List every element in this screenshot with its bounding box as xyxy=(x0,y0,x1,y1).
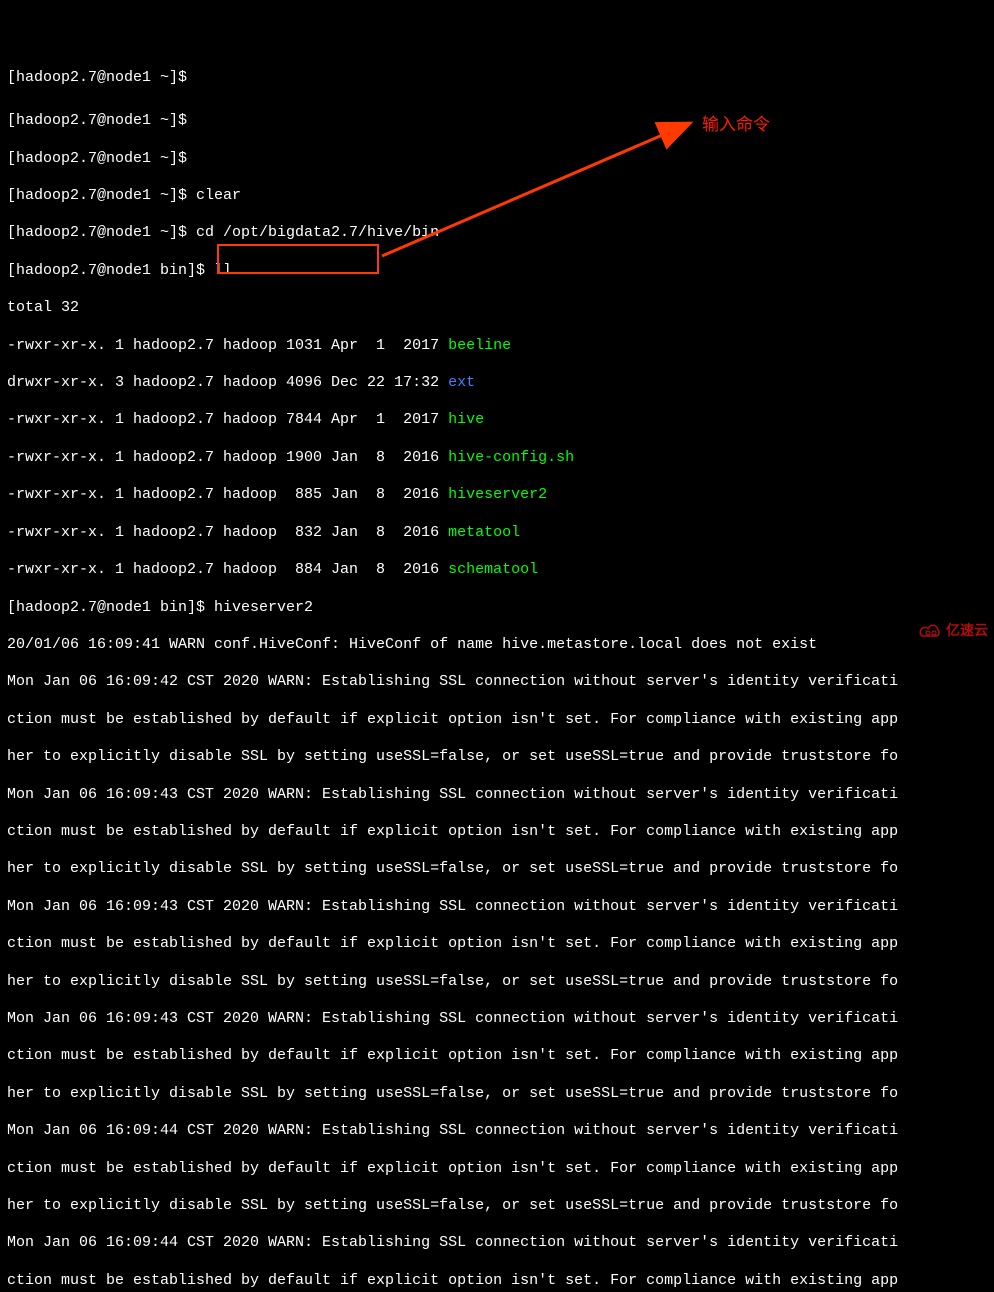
annotation-label: 输入命令 xyxy=(702,116,770,135)
file-perm: -rwxr-xr-x. 1 hadoop2.7 hadoop 7844 Apr … xyxy=(7,411,448,428)
file-row: -rwxr-xr-x. 1 hadoop2.7 hadoop 1900 Jan … xyxy=(7,449,987,468)
file-perm: drwxr-xr-x. 3 hadoop2.7 hadoop 4096 Dec … xyxy=(7,374,448,391)
file-name: hiveserver2 xyxy=(448,486,547,503)
file-name: metatool xyxy=(448,524,520,541)
file-row: drwxr-xr-x. 3 hadoop2.7 hadoop 4096 Dec … xyxy=(7,374,987,393)
terminal-prompt-top: [hadoop2.7@node1 ~]$ xyxy=(7,69,987,88)
terminal-command-line[interactable]: [hadoop2.7@node1 bin]$ hiveserver2 xyxy=(7,599,987,618)
log-line: her to explicitly disable SSL by setting… xyxy=(7,860,987,879)
terminal-prompt: [hadoop2.7@node1 ~]$ clear xyxy=(7,187,987,206)
file-name: beeline xyxy=(448,337,511,354)
log-line: 20/01/06 16:09:41 WARN conf.HiveConf: Hi… xyxy=(7,636,987,655)
log-line: ction must be established by default if … xyxy=(7,1160,987,1179)
file-name: schematool xyxy=(448,561,538,578)
file-name: ext xyxy=(448,374,475,391)
log-line: Mon Jan 06 16:09:44 CST 2020 WARN: Estab… xyxy=(7,1234,987,1253)
log-line: her to explicitly disable SSL by setting… xyxy=(7,748,987,767)
total-line: total 32 xyxy=(7,299,987,318)
watermark-text: 亿速云 xyxy=(946,621,988,640)
log-line: her to explicitly disable SSL by setting… xyxy=(7,1197,987,1216)
file-name: hive xyxy=(448,411,484,428)
typed-command: hiveserver2 xyxy=(214,599,313,616)
log-line: ction must be established by default if … xyxy=(7,935,987,954)
file-perm: -rwxr-xr-x. 1 hadoop2.7 hadoop 1900 Jan … xyxy=(7,449,448,466)
file-row: -rwxr-xr-x. 1 hadoop2.7 hadoop 1031 Apr … xyxy=(7,337,987,356)
log-line: her to explicitly disable SSL by setting… xyxy=(7,1085,987,1104)
log-line: Mon Jan 06 16:09:43 CST 2020 WARN: Estab… xyxy=(7,898,987,917)
log-line: ction must be established by default if … xyxy=(7,711,987,730)
file-perm: -rwxr-xr-x. 1 hadoop2.7 hadoop 1031 Apr … xyxy=(7,337,448,354)
terminal-prompt: [hadoop2.7@node1 ~]$ xyxy=(7,150,987,169)
file-row: -rwxr-xr-x. 1 hadoop2.7 hadoop 885 Jan 8… xyxy=(7,486,987,505)
log-line: ction must be established by default if … xyxy=(7,823,987,842)
log-line: Mon Jan 06 16:09:43 CST 2020 WARN: Estab… xyxy=(7,1010,987,1029)
file-perm: -rwxr-xr-x. 1 hadoop2.7 hadoop 885 Jan 8… xyxy=(7,486,448,503)
file-row: -rwxr-xr-x. 1 hadoop2.7 hadoop 884 Jan 8… xyxy=(7,561,987,580)
cloud-icon xyxy=(918,622,944,640)
log-line: her to explicitly disable SSL by setting… xyxy=(7,973,987,992)
file-perm: -rwxr-xr-x. 1 hadoop2.7 hadoop 832 Jan 8… xyxy=(7,524,448,541)
log-line: ction must be established by default if … xyxy=(7,1047,987,1066)
log-line: Mon Jan 06 16:09:44 CST 2020 WARN: Estab… xyxy=(7,1122,987,1141)
file-row: -rwxr-xr-x. 1 hadoop2.7 hadoop 832 Jan 8… xyxy=(7,524,987,543)
file-name: hive-config.sh xyxy=(448,449,574,466)
log-line: Mon Jan 06 16:09:42 CST 2020 WARN: Estab… xyxy=(7,673,987,692)
log-line: ction must be established by default if … xyxy=(7,1272,987,1291)
terminal-prompt: [hadoop2.7@node1 ~]$ xyxy=(7,112,987,131)
terminal-prompt: [hadoop2.7@node1 bin]$ ll xyxy=(7,262,987,281)
terminal-prompt: [hadoop2.7@node1 ~]$ cd /opt/bigdata2.7/… xyxy=(7,224,987,243)
log-line: Mon Jan 06 16:09:43 CST 2020 WARN: Estab… xyxy=(7,786,987,805)
file-row: -rwxr-xr-x. 1 hadoop2.7 hadoop 7844 Apr … xyxy=(7,411,987,430)
file-perm: -rwxr-xr-x. 1 hadoop2.7 hadoop 884 Jan 8… xyxy=(7,561,448,578)
watermark-logo: 亿速云 xyxy=(918,621,988,640)
prompt-prefix: [hadoop2.7@node1 bin]$ xyxy=(7,599,214,616)
